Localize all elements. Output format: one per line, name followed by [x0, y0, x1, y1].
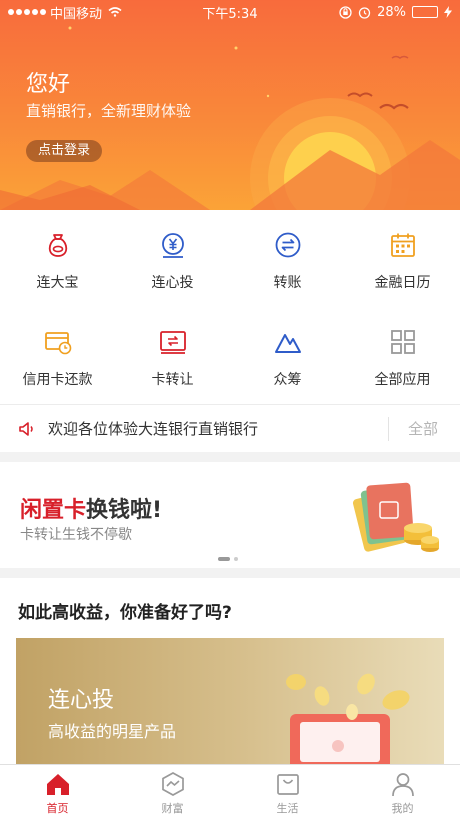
- menu-item-label: 连心投: [151, 275, 194, 291]
- notice-divider: [388, 417, 389, 441]
- notice-bar[interactable]: 欢迎各位体验大连银行直销银行 全部: [0, 404, 460, 452]
- banner-subtitle: 卡转让生钱不停歇: [20, 527, 132, 543]
- card-description: 高收益的明星产品: [48, 722, 177, 741]
- menu-item-liandabao[interactable]: 连大宝: [0, 210, 115, 307]
- tab-mine[interactable]: 我的: [345, 765, 460, 818]
- signal-icon: [8, 9, 46, 15]
- menu-item-lianxintou[interactable]: 连心投: [115, 210, 230, 307]
- tab-wealth[interactable]: 财富: [115, 765, 230, 818]
- recommend-section: 如此高收益，你准备好了吗? 连心投 高收益的明星产品: [0, 578, 460, 764]
- credit-card-clock-icon: [44, 332, 71, 355]
- grid-apps-icon: [390, 330, 415, 354]
- tab-label: 首页: [46, 802, 69, 815]
- alarm-icon: [358, 6, 371, 19]
- menu-item-transfer[interactable]: 转账: [230, 210, 345, 307]
- speaker-icon: [19, 421, 33, 436]
- menu-item-label: 连大宝: [36, 275, 79, 291]
- tab-label: 我的: [391, 802, 414, 815]
- promo-banner[interactable]: 闲置卡换钱啦! 卡转让生钱不停歇: [0, 462, 460, 568]
- bottom-tab-bar: 首页 财富 生活 我的: [0, 764, 460, 818]
- calendar-icon: [390, 233, 415, 257]
- notice-text: 欢迎各位体验大连银行直销银行: [48, 420, 259, 438]
- hero-banner: 中国移动 下午5:34 28% 您好 直销银行，全新理财体验 点击登录: [0, 0, 460, 210]
- card-title: 连心投: [48, 688, 115, 713]
- carrier-label: 中国移动: [50, 6, 103, 22]
- menu-item-label: 卡转让: [151, 372, 194, 388]
- banner-title-highlight: 闲置卡: [20, 498, 87, 523]
- user-icon: [391, 773, 414, 797]
- feature-grid: 连大宝 连心投 转账 金融日历 信用卡还款 卡转让 众筹 全部应用: [0, 210, 460, 404]
- rotation-lock-icon: [339, 5, 352, 19]
- coins-machine-illustration: [286, 673, 410, 764]
- tab-home[interactable]: 首页: [0, 765, 115, 818]
- cards-coins-illustration: [352, 482, 439, 552]
- menu-item-label: 全部应用: [374, 372, 431, 388]
- transfer-icon: [275, 232, 300, 258]
- tab-life[interactable]: 生活: [230, 765, 345, 818]
- card-swap-icon: [159, 331, 186, 354]
- tab-label: 生活: [276, 802, 299, 815]
- battery-icon: [412, 6, 438, 18]
- hero-subtitle: 直销银行，全新理财体验: [26, 102, 192, 120]
- menu-item-card-transfer[interactable]: 卡转让: [115, 307, 230, 404]
- home-icon: [46, 774, 69, 795]
- menu-item-label: 众筹: [273, 372, 302, 388]
- status-bar: 中国移动 下午5:34 28%: [0, 0, 460, 24]
- shopping-bag-icon: [276, 774, 299, 795]
- battery-percent: 28%: [377, 4, 406, 20]
- menu-item-crowdfunding[interactable]: 众筹: [230, 307, 345, 404]
- wifi-icon: [108, 7, 122, 17]
- login-button[interactable]: 点击登录: [26, 140, 103, 162]
- mountain-icon: [274, 334, 301, 353]
- wealth-icon: [161, 772, 184, 796]
- money-bag-icon: [48, 234, 67, 257]
- banner-title: 闲置卡换钱啦!: [20, 492, 162, 524]
- tab-label: 财富: [161, 802, 184, 815]
- carousel-indicator: [218, 557, 238, 561]
- menu-item-label: 金融日历: [374, 275, 431, 291]
- charging-icon: [444, 6, 452, 18]
- menu-item-label: 信用卡还款: [22, 372, 93, 388]
- banner-title-rest: 换钱啦!: [86, 498, 163, 523]
- menu-item-all-apps[interactable]: 全部应用: [345, 307, 460, 404]
- section-heading: 如此高收益，你准备好了吗?: [18, 603, 232, 623]
- menu-item-credit-repay[interactable]: 信用卡还款: [0, 307, 115, 404]
- menu-item-label: 转账: [273, 275, 302, 291]
- notice-all-link[interactable]: 全部: [408, 418, 438, 439]
- yen-coin-icon: [161, 233, 184, 258]
- greeting-title: 您好: [26, 72, 71, 97]
- menu-item-calendar[interactable]: 金融日历: [345, 210, 460, 307]
- product-card-lianxintou[interactable]: 连心投 高收益的明星产品: [16, 638, 444, 764]
